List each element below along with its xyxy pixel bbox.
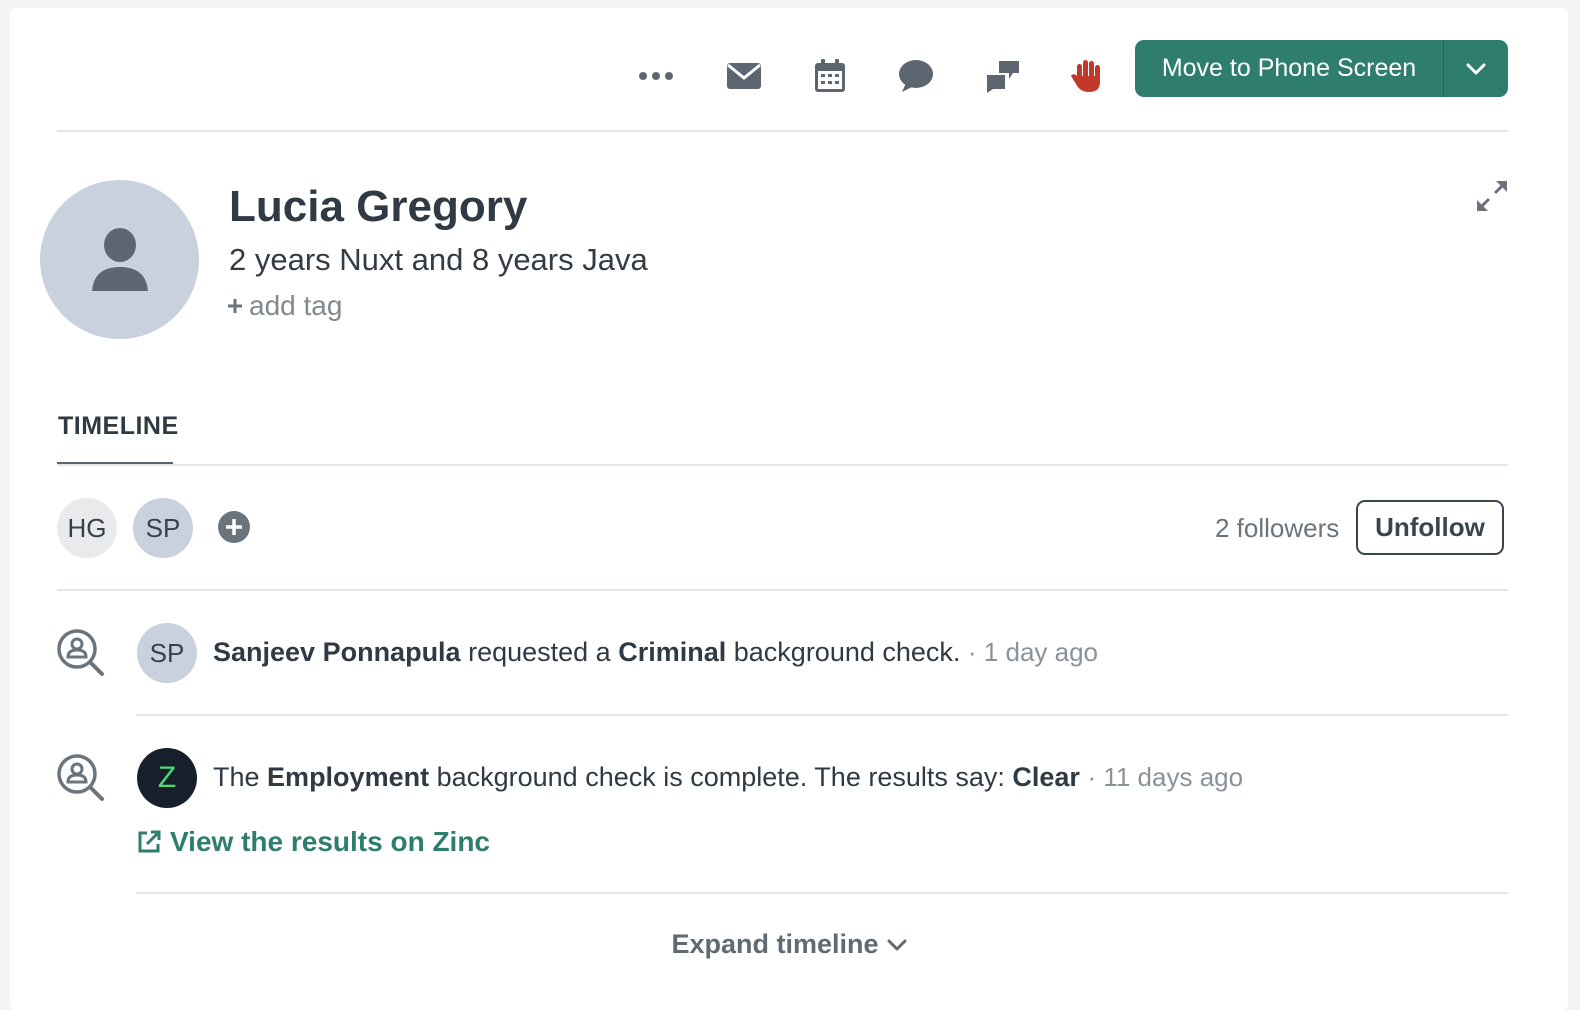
- entry-divider: [136, 714, 1508, 716]
- unfollow-button[interactable]: Unfollow: [1356, 500, 1504, 555]
- chat-icon[interactable]: [894, 54, 938, 98]
- view-results-label[interactable]: View the results on Zinc: [170, 826, 490, 858]
- background-check-icon: [56, 753, 106, 808]
- check-type: Criminal: [618, 637, 727, 667]
- followers-divider: [57, 589, 1508, 591]
- entry-text-part: background check is complete. The result…: [436, 762, 1005, 792]
- hand-stop-icon[interactable]: [1066, 54, 1110, 98]
- follower-avatar[interactable]: SP: [133, 498, 193, 558]
- check-result: Clear: [1012, 762, 1080, 792]
- timeline-entry-text: The Employment background check is compl…: [213, 762, 1243, 793]
- follower-avatar[interactable]: HG: [57, 498, 117, 558]
- mail-icon[interactable]: [722, 54, 766, 98]
- expand-icon[interactable]: [1474, 178, 1510, 219]
- plus-icon: [228, 299, 242, 313]
- zinc-avatar: Z: [137, 748, 197, 808]
- more-icon[interactable]: [634, 54, 678, 98]
- add-tag-button[interactable]: add tag: [227, 290, 342, 322]
- move-stage-button[interactable]: Move to Phone Screen: [1135, 40, 1508, 97]
- toolbar-divider: [57, 130, 1508, 132]
- view-results-link[interactable]: View the results on Zinc: [136, 826, 490, 858]
- toolbar: Move to Phone Screen: [10, 8, 1568, 131]
- expand-timeline-button[interactable]: Expand timeline: [10, 929, 1568, 960]
- candidate-headline: 2 years Nuxt and 8 years Java: [229, 242, 648, 277]
- calendar-icon[interactable]: [808, 54, 852, 98]
- entry-text-part: The: [213, 762, 260, 792]
- add-follower-icon[interactable]: [217, 510, 251, 549]
- entry-avatar: SP: [137, 623, 197, 683]
- candidate-card: Move to Phone Screen Lucia Gregory 2 yea…: [10, 8, 1568, 1010]
- expand-timeline-label[interactable]: Expand timeline: [671, 929, 878, 960]
- candidate-name: Lucia Gregory: [229, 182, 528, 231]
- entry-text-part: requested a: [468, 637, 611, 667]
- feedback-icon[interactable]: [981, 54, 1025, 98]
- actor-name[interactable]: Sanjeev Ponnapula: [213, 637, 461, 667]
- chevron-down-icon: [887, 939, 907, 950]
- tab-timeline[interactable]: TIMELINE: [58, 412, 179, 441]
- entry-text-part: background check.: [733, 637, 961, 667]
- entry-time: · 11 days ago: [1087, 762, 1244, 792]
- entry-divider: [136, 892, 1508, 894]
- external-link-icon: [138, 830, 161, 853]
- timeline-entry-text: Sanjeev Ponnapula requested a Criminal b…: [213, 637, 1098, 668]
- move-stage-dropdown[interactable]: [1443, 40, 1508, 97]
- person-icon: [91, 227, 148, 291]
- candidate-avatar: [40, 180, 199, 339]
- entry-time: · 1 day ago: [967, 637, 1099, 667]
- move-stage-label[interactable]: Move to Phone Screen: [1135, 40, 1443, 97]
- tabs-divider: [57, 464, 1508, 466]
- add-tag-label: add tag: [249, 290, 343, 321]
- chevron-down-icon: [1466, 63, 1486, 74]
- background-check-icon: [56, 628, 106, 683]
- check-type: Employment: [267, 762, 430, 792]
- followers-count: 2 followers: [1215, 513, 1340, 543]
